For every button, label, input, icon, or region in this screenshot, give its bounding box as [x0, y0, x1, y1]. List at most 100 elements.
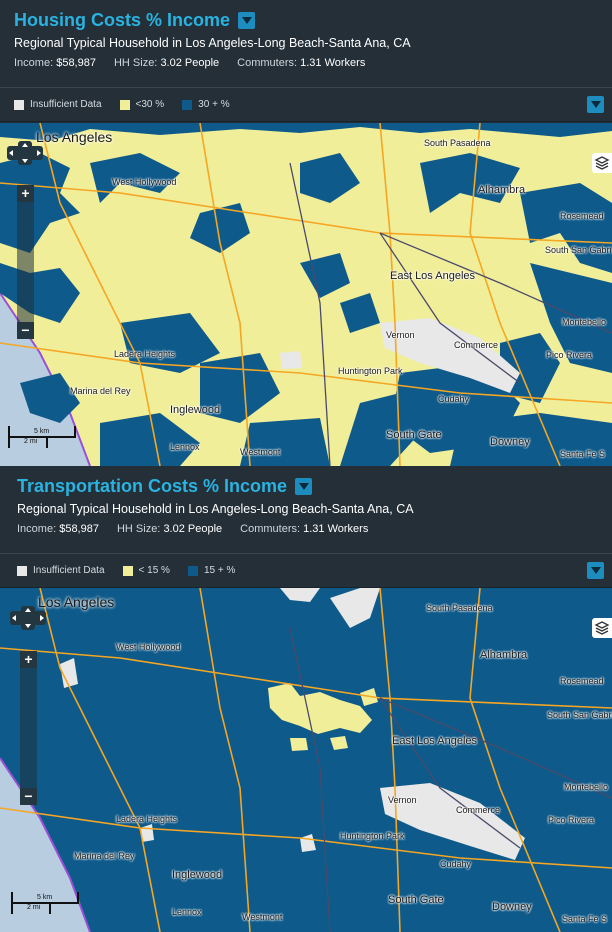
legend-swatch	[182, 99, 193, 110]
map-scale: 5 km 2 mi	[11, 892, 79, 914]
map-label: Los Angeles	[38, 594, 115, 610]
map-label: Westmont	[242, 912, 283, 922]
map-canvas	[0, 123, 612, 466]
title-dropdown-button[interactable]	[295, 478, 313, 495]
map-label: Alhambra	[478, 184, 526, 196]
map-label: Commerce	[456, 805, 501, 815]
chevron-down-icon	[298, 483, 309, 490]
household-stats: Income: $58,987 HH Size: 3.02 People Com…	[14, 57, 598, 69]
chevron-down-icon	[590, 567, 601, 574]
income-label: Income:	[17, 523, 57, 535]
zoom-out-button[interactable]: −	[20, 788, 37, 805]
layers-button[interactable]	[592, 153, 612, 173]
zoom-in-button[interactable]: +	[20, 651, 37, 668]
hh-size-value: 3.02 People	[160, 57, 220, 69]
layers-button[interactable]	[592, 618, 612, 638]
map-label: Pico Rivera	[548, 815, 595, 825]
map-legend: Insufficient Data <30 % 30 + %	[0, 88, 612, 122]
transportation-costs-panel: Transportation Costs % Income Regional T…	[0, 466, 612, 932]
zoom-in-button[interactable]: +	[17, 185, 34, 202]
map-canvas	[0, 588, 612, 932]
map-view[interactable]: Los Angeles South Pasadena Alhambra Rose…	[0, 588, 612, 932]
pan-control-icon[interactable]	[10, 606, 46, 630]
zoom-control: + −	[20, 651, 37, 805]
chevron-down-icon	[241, 17, 252, 24]
hh-size-label: HH Size:	[113, 57, 158, 69]
panel-subtitle: Regional Typical Household in Los Angele…	[14, 36, 411, 50]
scale-bar-km: 5 km	[11, 892, 79, 904]
panel-title: Housing Costs % Income	[14, 10, 231, 30]
pan-control-icon[interactable]	[7, 141, 43, 165]
legend-item: < 15 %	[122, 565, 170, 576]
legend-item: <30 %	[119, 99, 164, 110]
map-label: Vernon	[388, 795, 417, 805]
scale-bar-km: 5 km	[8, 426, 76, 438]
map-label: Marina del Rey	[74, 851, 135, 861]
map-label: South Pasadena	[424, 138, 491, 148]
map-label: Lennox	[170, 442, 200, 452]
household-stats: Income: $58,987 HH Size: 3.02 People Com…	[17, 523, 598, 535]
chevron-down-icon	[590, 101, 601, 108]
title-dropdown-button[interactable]	[238, 12, 256, 29]
income-label: Income:	[14, 57, 54, 69]
commuters-value: 1.31 Workers	[300, 57, 366, 69]
map-label: Marina del Rey	[70, 386, 131, 396]
map-label: Huntington Park	[338, 366, 403, 376]
map-legend: Insufficient Data < 15 % 15 + %	[0, 554, 612, 588]
income-value: $58,987	[59, 523, 99, 535]
map-label: Pico Rivera	[546, 350, 593, 360]
zoom-slider[interactable]	[17, 202, 34, 322]
map-label: South Pasadena	[426, 603, 493, 613]
map-label: West Hollywood	[112, 177, 177, 187]
commuters-label: Commuters:	[237, 57, 298, 69]
legend-swatch	[14, 99, 24, 110]
map-label: Downey	[490, 436, 530, 448]
map-label: Montebello	[562, 317, 607, 327]
map-label: East Los Angeles	[390, 270, 476, 282]
map-label: West Hollywood	[116, 642, 181, 652]
legend-dropdown-button[interactable]	[587, 96, 604, 113]
map-label: Inglewood	[170, 404, 221, 416]
map-label: Commerce	[454, 340, 499, 350]
hh-size-value: 3.02 People	[163, 523, 223, 535]
panel-header: Housing Costs % Income Regional Typical …	[0, 0, 612, 88]
map-label: South San Gabri	[545, 245, 612, 255]
map-label: Rosemead	[560, 211, 604, 221]
map-label: Los Angeles	[36, 129, 113, 145]
map-label: South San Gabri	[547, 710, 612, 720]
housing-costs-panel: Housing Costs % Income Regional Typical …	[0, 0, 612, 466]
map-label: Cudahy	[438, 394, 470, 404]
map-label: Huntington Park	[340, 831, 405, 841]
legend-swatch	[119, 99, 130, 110]
map-label: Ladera Heights	[114, 349, 176, 359]
legend-dropdown-button[interactable]	[587, 562, 604, 579]
zoom-out-button[interactable]: −	[17, 322, 34, 339]
map-label: Lennox	[172, 907, 202, 917]
panel-title: Transportation Costs % Income	[17, 476, 288, 496]
legend-swatch	[187, 565, 198, 576]
commuters-value: 1.31 Workers	[303, 523, 369, 535]
map-label: Santa Fe S	[562, 914, 608, 924]
map-scale: 5 km 2 mi	[8, 426, 76, 448]
legend-swatch	[17, 565, 27, 576]
zoom-slider[interactable]	[20, 668, 37, 788]
map-label: South Gate	[386, 429, 442, 441]
income-value: $58,987	[56, 57, 96, 69]
panel-header: Transportation Costs % Income Regional T…	[0, 466, 612, 554]
legend-item: 15 + %	[187, 565, 235, 576]
zoom-control: + −	[17, 185, 34, 339]
scale-bar-mi: 2 mi	[8, 438, 48, 448]
legend-item: Insufficient Data	[14, 99, 102, 110]
map-label: Inglewood	[172, 869, 223, 881]
map-label: Vernon	[386, 330, 415, 340]
legend-swatch	[122, 565, 133, 576]
panel-subtitle: Regional Typical Household in Los Angele…	[17, 502, 414, 516]
layers-icon	[594, 156, 610, 170]
legend-item: 30 + %	[182, 99, 230, 110]
map-view[interactable]: Los Angeles South Pasadena Alhambra Rose…	[0, 123, 612, 466]
map-label: Montebello	[564, 782, 609, 792]
map-label: South Gate	[388, 894, 444, 906]
hh-size-label: HH Size:	[116, 523, 161, 535]
map-label: Downey	[492, 901, 532, 913]
map-label: Ladera Heights	[116, 814, 178, 824]
